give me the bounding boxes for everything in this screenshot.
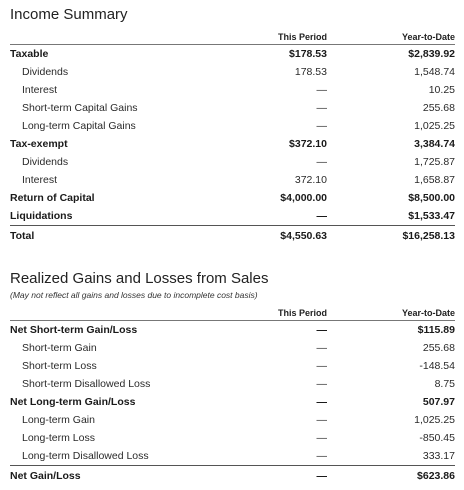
realized-row-label: Long-term Gain <box>22 414 95 426</box>
realized-gains-table: This Period Year-to-Date Net Short-term … <box>10 302 455 486</box>
income-row-year-to-date: $1,533.47 <box>408 210 455 222</box>
income-row: Liquidations — $1,533.47 <box>10 207 455 226</box>
realized-row-this-period: — <box>316 396 328 408</box>
realized-col-this-period: This Period <box>215 302 327 321</box>
realized-row-year-to-date: 507.97 <box>422 396 455 408</box>
realized-row-label: Short-term Loss <box>22 360 97 372</box>
income-row-label: Dividends <box>22 66 69 78</box>
realized-row-year-to-date: 333.17 <box>422 450 455 462</box>
income-row: Short-term Capital Gains — 255.68 <box>10 99 455 117</box>
realized-row: Short-term Loss — -148.54 <box>10 357 455 375</box>
income-row-this-period: $372.10 <box>289 138 327 150</box>
income-row-this-period: 372.10 <box>294 174 327 186</box>
income-row: Tax-exempt $372.10 3,384.74 <box>10 135 455 153</box>
realized-row-label: Long-term Loss <box>22 432 95 444</box>
realized-row-year-to-date: 8.75 <box>434 378 455 390</box>
income-row-this-period: $4,550.63 <box>215 225 327 246</box>
realized-row-this-period: — <box>316 432 328 444</box>
income-row-year-to-date: 1,025.25 <box>414 120 455 132</box>
income-row-year-to-date: $2,839.92 <box>408 48 455 60</box>
realized-row-year-to-date: -148.54 <box>419 360 455 372</box>
realized-row-year-to-date: -850.45 <box>419 432 455 444</box>
realized-header-row: This Period Year-to-Date <box>10 302 455 321</box>
income-row-label: Return of Capital <box>10 192 95 204</box>
income-row-label: Liquidations <box>10 210 73 222</box>
income-summary-table: This Period Year-to-Date Taxable $178.53 $… <box>10 26 455 246</box>
income-row-this-period: — <box>316 156 328 168</box>
realized-row-this-period: — <box>316 360 328 372</box>
income-row-this-period: — <box>316 120 328 132</box>
realized-row-this-period: — <box>316 324 328 336</box>
realized-row-this-period: — <box>316 414 328 426</box>
income-row-this-period: $178.53 <box>289 48 327 60</box>
income-row-label: Long-term Capital Gains <box>22 120 136 132</box>
realized-row: Long-term Loss — -850.45 <box>10 429 455 447</box>
income-row-year-to-date: 1,548.74 <box>414 66 455 78</box>
income-row-label: Short-term Capital Gains <box>22 102 138 114</box>
realized-row: Long-term Gain — 1,025.25 <box>10 411 455 429</box>
income-col-this-period: This Period <box>215 26 327 45</box>
income-row-label: Interest <box>22 84 58 96</box>
income-row-year-to-date: 1,725.87 <box>414 156 455 168</box>
realized-row-year-to-date: $115.89 <box>417 324 455 336</box>
realized-row: Short-term Gain — 255.68 <box>10 339 455 357</box>
realized-row-year-to-date: 255.68 <box>422 342 455 354</box>
realized-row-label: Net Gain/Loss <box>10 465 215 486</box>
income-row-this-period: 178.53 <box>294 66 327 78</box>
income-row-this-period: — <box>316 84 328 96</box>
income-row: Interest — 10.25 <box>10 81 455 99</box>
realized-gains-title: Realized Gains and Losses from Sales <box>10 270 269 287</box>
realized-row-year-to-date: $623.86 <box>327 465 455 486</box>
income-row: Dividends 178.53 1,548.74 <box>10 63 455 81</box>
realized-row-this-period: — <box>215 465 327 486</box>
income-row: Long-term Capital Gains — 1,025.25 <box>10 117 455 135</box>
income-row-year-to-date: 3,384.74 <box>414 138 455 150</box>
realized-row-label: Short-term Disallowed Loss <box>22 378 151 390</box>
realized-row-this-period: — <box>316 450 328 462</box>
realized-header-blank <box>10 302 215 321</box>
income-row-year-to-date: 10.25 <box>428 84 455 96</box>
income-row-label: Total <box>10 225 215 246</box>
realized-row-label: Long-term Disallowed Loss <box>22 450 149 462</box>
income-row-label: Interest <box>22 174 58 186</box>
income-row-this-period: — <box>316 210 328 222</box>
income-summary-title: Income Summary <box>10 6 128 23</box>
income-row-year-to-date: 255.68 <box>422 102 455 114</box>
income-row-this-period: $4,000.00 <box>280 192 327 204</box>
realized-row-year-to-date: 1,025.25 <box>414 414 455 426</box>
realized-row: Net Short-term Gain/Loss — $115.89 <box>10 321 455 340</box>
realized-gains-note: (May not reflect all gains and losses du… <box>10 290 258 300</box>
income-row-year-to-date: 1,658.87 <box>414 174 455 186</box>
income-col-year-to-date: Year-to-Date <box>327 26 455 45</box>
income-row-label: Tax-exempt <box>10 138 68 150</box>
income-header-blank <box>10 26 215 45</box>
income-row: Dividends — 1,725.87 <box>10 153 455 171</box>
realized-col-year-to-date: Year-to-Date <box>327 302 455 321</box>
realized-row-label: Short-term Gain <box>22 342 97 354</box>
income-row: Taxable $178.53 $2,839.92 <box>10 45 455 64</box>
realized-row-this-period: — <box>316 342 328 354</box>
realized-row-label: Net Long-term Gain/Loss <box>10 396 136 408</box>
income-row: Total $4,550.63 $16,258.13 <box>10 225 455 246</box>
income-row-year-to-date: $16,258.13 <box>327 225 455 246</box>
realized-row: Short-term Disallowed Loss — 8.75 <box>10 375 455 393</box>
income-row-label: Dividends <box>22 156 69 168</box>
realized-row: Long-term Disallowed Loss — 333.17 <box>10 447 455 466</box>
income-header-row: This Period Year-to-Date <box>10 26 455 45</box>
income-row: Interest 372.10 1,658.87 <box>10 171 455 189</box>
income-row: Return of Capital $4,000.00 $8,500.00 <box>10 189 455 207</box>
income-row-year-to-date: $8,500.00 <box>408 192 455 204</box>
realized-row: Net Gain/Loss — $623.86 <box>10 465 455 486</box>
income-row-this-period: — <box>316 102 328 114</box>
realized-row-this-period: — <box>316 378 328 390</box>
realized-row: Net Long-term Gain/Loss — 507.97 <box>10 393 455 411</box>
realized-row-label: Net Short-term Gain/Loss <box>10 324 138 336</box>
income-row-label: Taxable <box>10 48 49 60</box>
